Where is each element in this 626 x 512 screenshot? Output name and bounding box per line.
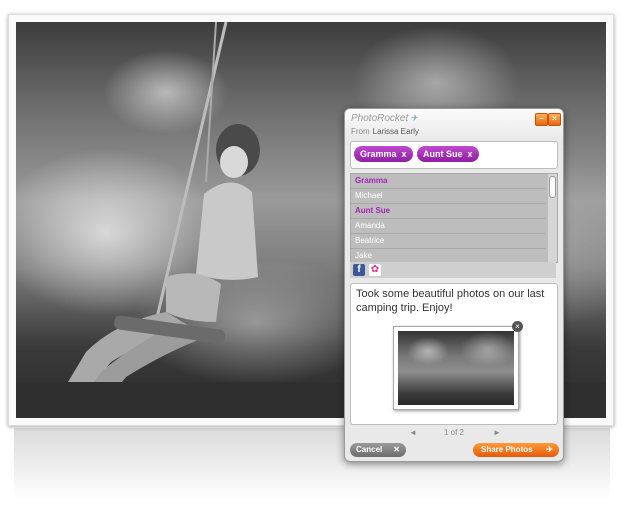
photorocket-widget: PhotoRocket ✈ From Larissa Early – × Gramm… — [344, 108, 564, 462]
brand-name: PhotoRocket — [351, 113, 409, 124]
contact-item[interactable]: Michael — [351, 189, 545, 204]
close-button[interactable]: × — [548, 113, 561, 126]
contact-list: Gramma Michael Aunt Sue Amanda Beatrice … — [350, 173, 558, 263]
contact-item[interactable]: Aunt Sue — [351, 204, 545, 219]
prev-arrow-icon[interactable]: ◄ — [409, 427, 417, 439]
sender-name: Larissa Early — [372, 127, 419, 136]
contact-scrollbar[interactable] — [548, 174, 557, 262]
cancel-label: Cancel — [356, 445, 383, 454]
pager: ◄ 1 of 2 ► — [345, 427, 563, 439]
remove-photo-icon[interactable]: × — [512, 321, 523, 332]
minimize-button[interactable]: – — [535, 113, 548, 126]
brand-logo: PhotoRocket ✈ — [351, 113, 418, 124]
facebook-icon[interactable]: f — [353, 264, 365, 276]
rocket-icon: ✈ — [410, 113, 418, 123]
pager-text: 1 of 2 — [443, 428, 464, 437]
share-label: Share Photos — [481, 445, 533, 454]
message-area[interactable]: Took some beautiful photos on our last c… — [350, 283, 558, 425]
flower-icon[interactable]: ✿ — [369, 264, 381, 276]
photo-thumbnail: × — [393, 321, 523, 410]
scroll-thumb[interactable] — [549, 176, 556, 198]
remove-chip-icon[interactable]: x — [402, 149, 407, 159]
message-text[interactable]: Took some beautiful photos on our last c… — [356, 287, 552, 315]
share-services-bar: f ✿ — [350, 262, 556, 278]
contact-item[interactable]: Amanda — [351, 219, 545, 234]
chip-label: Aunt Sue — [423, 149, 463, 159]
widget-header: PhotoRocket ✈ From Larissa Early – × — [345, 109, 563, 145]
remove-chip-icon[interactable]: x — [468, 149, 473, 159]
rocket-icon: ✈ — [546, 445, 553, 454]
recipient-chip-gramma[interactable]: Gramma x — [354, 146, 413, 162]
share-photos-button[interactable]: Share Photos ✈ — [473, 443, 559, 457]
from-label: From — [351, 127, 370, 136]
recipient-chip-aunt-sue[interactable]: Aunt Sue x — [417, 146, 479, 162]
from-line: From Larissa Early — [351, 127, 419, 136]
cancel-button[interactable]: Cancel ✕ — [350, 443, 406, 457]
contact-item[interactable]: Beatrice — [351, 234, 545, 249]
cancel-x-icon: ✕ — [393, 445, 400, 454]
chip-label: Gramma — [360, 149, 397, 159]
contact-item[interactable]: Gramma — [351, 174, 545, 189]
next-arrow-icon[interactable]: ► — [493, 427, 501, 439]
thumbnail-image — [398, 331, 514, 405]
recipients-field[interactable]: Gramma x Aunt Sue x — [350, 141, 558, 169]
contact-item[interactable]: Jake — [351, 249, 545, 262]
